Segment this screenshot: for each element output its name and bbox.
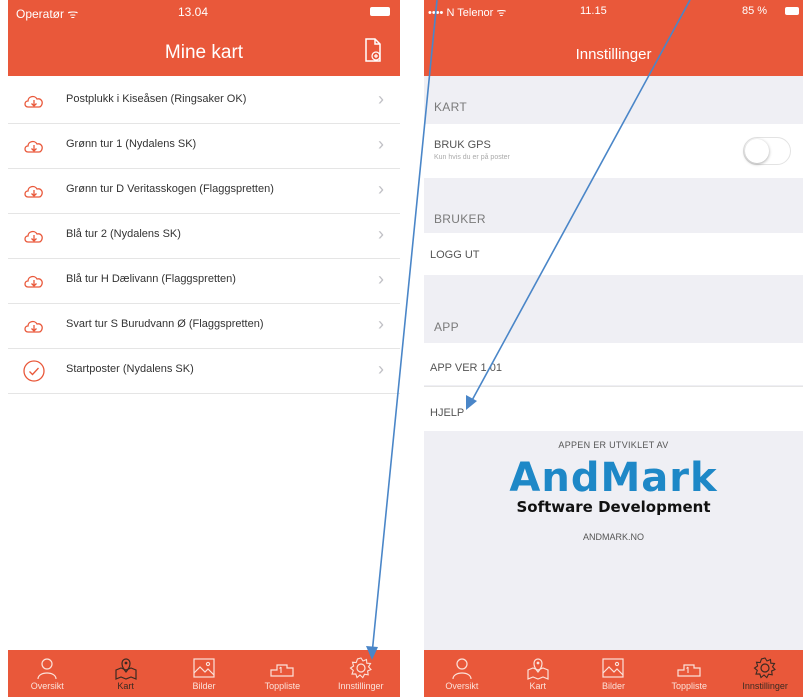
status-bar: Operatør ᯤ 13.04 <box>8 0 400 24</box>
logout-label: LOGG UT <box>430 249 480 261</box>
section-header-app: APP <box>424 320 803 340</box>
battery-icon <box>785 7 799 15</box>
andmark-logo: AndMark <box>509 455 718 501</box>
cloud-download-icon[interactable] <box>22 89 46 113</box>
tab-kart[interactable]: Kart <box>86 650 164 697</box>
help-cell[interactable]: HJELP <box>424 386 803 431</box>
chevron-right-icon: › <box>378 134 384 154</box>
tab-kart[interactable]: Kart <box>500 650 576 697</box>
nav-bar: Operatør ᯤ 13.04 Mine kart <box>8 0 400 76</box>
tab-label: Oversikt <box>30 681 64 691</box>
check-circle-icon[interactable] <box>22 359 46 383</box>
tab-label: Innstillinger <box>338 681 384 691</box>
gps-label: BRUK GPS <box>434 139 491 151</box>
map-name-label: Grønn tur 1 (Nydalens SK) <box>66 138 197 150</box>
podium-icon <box>651 656 727 680</box>
page-title: Mine kart <box>164 42 244 63</box>
tab-label: Kart <box>529 681 546 691</box>
status-bar: •••• N Telenor ᯤ 11.15 85 % <box>424 0 803 24</box>
tab-bilder[interactable]: Bilder <box>165 650 243 697</box>
tab-label: Toppliste <box>671 681 708 691</box>
page-title: Innstillinger <box>575 46 652 63</box>
credit-caption: APPEN ER UTVIKLET AV <box>558 440 669 450</box>
developer-credit: APPEN ER UTVIKLET AV AndMark Software De… <box>424 440 803 542</box>
tab-innstillinger[interactable]: Innstillinger <box>727 650 803 697</box>
map-list-row[interactable]: Blå tur 2 (Nydalens SK) › <box>8 213 400 259</box>
status-battery-text: 85 % <box>742 5 768 17</box>
chevron-right-icon: › <box>378 269 384 289</box>
right-phone-screen: •••• N Telenor ᯤ 11.15 85 % Innstillinge… <box>424 0 803 697</box>
toggle-knob <box>745 139 769 163</box>
map-list-row[interactable]: Postplukk i Kiseåsen (Ringsaker OK) › <box>8 78 400 124</box>
gps-setting-cell: BRUK GPS Kun hvis du er på poster <box>424 124 803 178</box>
tab-label: Innstillinger <box>742 681 788 691</box>
tab-label: Toppliste <box>264 681 301 691</box>
map-pin-icon <box>500 656 576 680</box>
status-time: 13.04 <box>178 5 209 19</box>
map-list-row[interactable]: Grønn tur 1 (Nydalens SK) › <box>8 123 400 169</box>
status-carrier: Operatør ᯤ <box>16 7 79 21</box>
tab-bilder[interactable]: Bilder <box>576 650 652 697</box>
help-label: HJELP <box>430 407 465 419</box>
map-name-label: Postplukk i Kiseåsen (Ringsaker OK) <box>66 93 247 105</box>
gear-icon <box>727 656 803 680</box>
tab-label: Bilder <box>601 681 625 691</box>
person-icon <box>8 656 86 680</box>
map-name-label: Blå tur H Dælivann (Flaggspretten) <box>66 273 236 285</box>
map-list-row[interactable]: Grønn tur D Veritasskogen (Flaggspretten… <box>8 168 400 214</box>
status-time: 11.15 <box>580 5 607 17</box>
tab-label: Oversikt <box>445 681 479 691</box>
cloud-download-icon[interactable] <box>22 134 46 158</box>
version-label: APP VER 1.01 <box>430 362 502 374</box>
image-icon <box>576 656 652 680</box>
map-name-label: Blå tur 2 (Nydalens SK) <box>66 228 181 240</box>
section-title: APP <box>434 320 459 334</box>
map-list-row[interactable]: Startposter (Nydalens SK) › <box>8 348 400 394</box>
map-name-label: Svart tur S Burudvann Ø (Flaggspretten) <box>66 318 264 330</box>
image-icon <box>165 656 243 680</box>
map-name-label: Startposter (Nydalens SK) <box>66 363 194 375</box>
person-icon <box>424 656 500 680</box>
map-list-row[interactable]: Svart tur S Burudvann Ø (Flaggspretten) › <box>8 303 400 349</box>
chevron-right-icon: › <box>378 359 384 379</box>
chevron-right-icon: › <box>378 314 384 334</box>
nav-bar: •••• N Telenor ᯤ 11.15 85 % Innstillinge… <box>424 0 803 76</box>
chevron-right-icon: › <box>378 89 384 109</box>
andmark-logo-subtitle: Software Development <box>516 498 711 516</box>
tab-oversikt[interactable]: Oversikt <box>8 650 86 697</box>
section-header-kart: KART <box>424 100 803 120</box>
version-cell: APP VER 1.01 <box>424 343 803 385</box>
section-title: BRUKER <box>434 212 486 226</box>
podium-icon <box>243 656 321 680</box>
gps-toggle[interactable] <box>743 137 791 165</box>
map-pin-icon <box>86 656 164 680</box>
battery-icon <box>370 7 390 16</box>
map-name-label: Grønn tur D Veritasskogen (Flaggspretten… <box>66 183 274 195</box>
tab-bar: Oversikt Kart Bilder Toppliste Innstillinger <box>424 650 803 697</box>
tab-innstillinger[interactable]: Innstillinger <box>322 650 400 697</box>
logout-cell[interactable]: LOGG UT <box>424 233 803 275</box>
left-phone-screen: Operatør ᯤ 13.04 Mine kart Postplukk i K… <box>8 0 400 697</box>
gear-icon <box>322 656 400 680</box>
cloud-download-icon[interactable] <box>22 179 46 203</box>
tab-bar: Oversikt Kart Bilder Toppliste Innstillinger <box>8 650 400 697</box>
tab-toppliste[interactable]: Toppliste <box>243 650 321 697</box>
tab-toppliste[interactable]: Toppliste <box>651 650 727 697</box>
cloud-download-icon[interactable] <box>22 269 46 293</box>
section-title: KART <box>434 100 467 114</box>
section-header-bruker: BRUKER <box>424 212 803 232</box>
new-document-icon[interactable] <box>364 38 382 62</box>
tab-label: Bilder <box>192 681 216 691</box>
tab-label: Kart <box>117 681 134 691</box>
chevron-right-icon: › <box>378 179 384 199</box>
chevron-right-icon: › <box>378 224 384 244</box>
gps-sublabel: Kun hvis du er på poster <box>434 154 510 161</box>
status-carrier: •••• N Telenor ᯤ <box>428 7 507 19</box>
cloud-download-icon[interactable] <box>22 224 46 248</box>
cloud-download-icon[interactable] <box>22 314 46 338</box>
tab-oversikt[interactable]: Oversikt <box>424 650 500 697</box>
developer-url[interactable]: ANDMARK.NO <box>424 532 803 542</box>
map-list-row[interactable]: Blå tur H Dælivann (Flaggspretten) › <box>8 258 400 304</box>
